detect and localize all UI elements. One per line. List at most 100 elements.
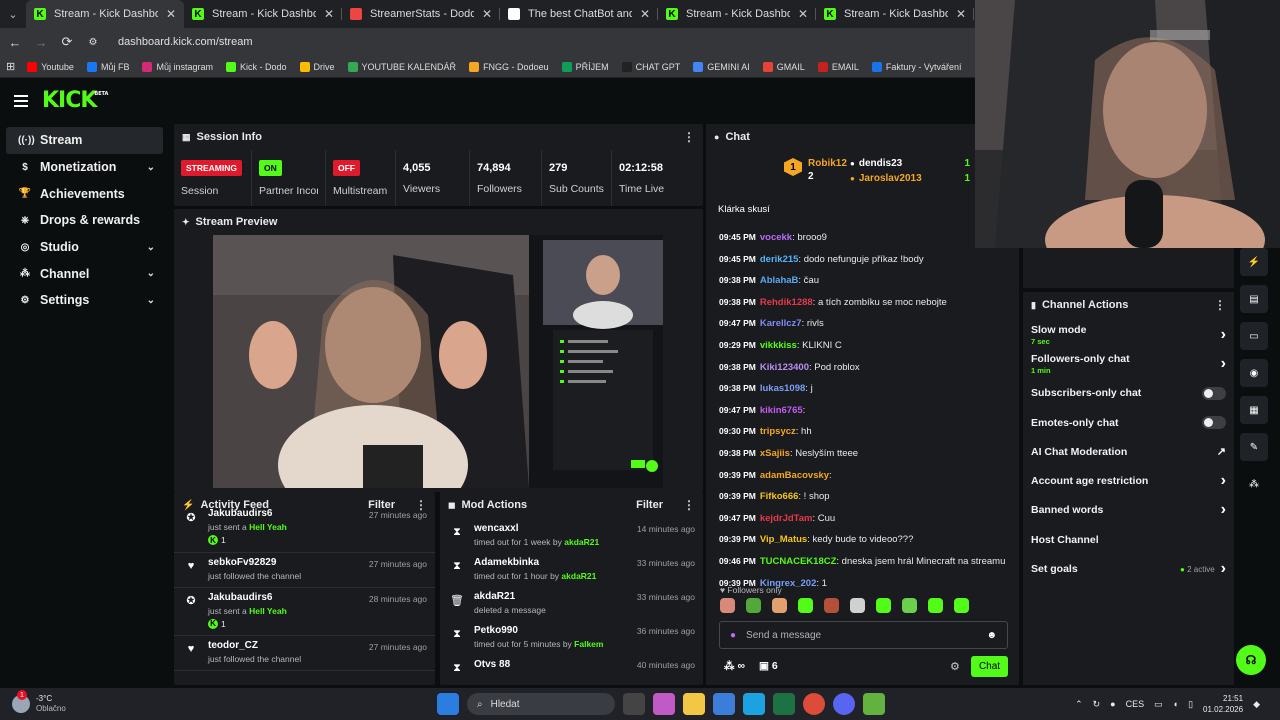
channel-action-account-age-restriction[interactable]: Account age restriction › xyxy=(1023,466,1234,495)
settings-app-icon[interactable] xyxy=(713,693,735,715)
chat-message[interactable]: 09:39 PM Fifko666: ! shop xyxy=(712,486,1012,508)
chat-message[interactable]: 09:46 PM TUCNACEK18CZ: dneska jsem hrál M… xyxy=(712,551,1012,573)
kick-logo[interactable]: KICK BETA xyxy=(42,88,108,113)
mod-action-row[interactable]: 🗑 akdaR21 deleted a message 33 minutes ago xyxy=(440,586,703,620)
bookmark-item[interactable]: Můj instagram xyxy=(142,61,213,72)
chat-message[interactable]: 09:30 PM tripsycz: hh xyxy=(712,421,1012,443)
channel-action-subscribers-only-chat[interactable]: Subscribers-only chat xyxy=(1023,379,1234,408)
gift-icon[interactable]: ▣ 6 xyxy=(759,660,778,672)
language-indicator[interactable]: CES xyxy=(1126,699,1145,709)
minecraft-icon[interactable] xyxy=(863,693,885,715)
emote-icon[interactable] xyxy=(798,598,813,613)
chat-username[interactable]: TUCNACEK18CZ xyxy=(760,556,837,567)
activity-row[interactable]: ✪ Jakubaudirs6 just sent a Hell Yeah K 1 28 m… xyxy=(174,588,435,636)
close-icon[interactable]: ✕ xyxy=(798,7,808,21)
chevron-down-icon[interactable]: ⌄ xyxy=(147,162,155,173)
chat-username[interactable]: derik215 xyxy=(760,254,799,265)
chat-message[interactable]: 09:47 PM kejdrJdTam: Cuu xyxy=(712,508,1012,530)
sidebar-item-studio[interactable]: ◎ Studio ⌄ xyxy=(6,234,163,261)
chat-username[interactable]: Kiki123400 xyxy=(760,362,809,373)
chevron-down-icon[interactable]: ⌄ xyxy=(147,268,155,279)
layout-icon[interactable]: ▦ xyxy=(1240,396,1268,424)
document-icon[interactable]: ▤ xyxy=(1240,285,1268,313)
stream-preview-video[interactable] xyxy=(213,235,663,488)
chat-username[interactable]: vocekk xyxy=(760,232,792,243)
chat-username[interactable]: lukas1098 xyxy=(760,383,805,394)
chevron-down-icon[interactable]: ⌄ xyxy=(147,242,155,253)
chat-message[interactable]: 09:38 PM xSajiis: Neslyším tteee xyxy=(712,443,1012,465)
chevron-up-icon[interactable]: ⌃ xyxy=(1075,699,1083,710)
chat-username[interactable]: vikkkiss xyxy=(760,340,797,351)
microphone-icon[interactable]: ● xyxy=(1110,699,1115,709)
weather-widget[interactable]: 1 -3°C Oblačno xyxy=(12,690,162,714)
chat-username[interactable]: Karellcz7 xyxy=(760,318,802,329)
close-icon[interactable]: ✕ xyxy=(482,7,492,21)
chevron-down-icon[interactable]: ⌄ xyxy=(147,295,155,306)
emote-icon[interactable] xyxy=(876,598,891,613)
toggle-switch[interactable] xyxy=(1202,386,1226,400)
bookmark-item[interactable]: PŘÍJEM xyxy=(561,61,609,72)
channel-action-set-goals[interactable]: Set goals ● 2 active › xyxy=(1023,554,1234,583)
activity-row[interactable]: ✪ Jakubaudirs6 just sent a Hell Yeah K 1 27 m… xyxy=(174,504,435,553)
emote-icon[interactable] xyxy=(824,598,839,613)
chat-username[interactable]: Fifko666 xyxy=(760,491,799,502)
browser-tab[interactable]: The best ChatBot and Widgets✕ xyxy=(500,0,658,28)
bookmark-item[interactable]: YOUTUBE KALENDÁŘ xyxy=(347,61,456,72)
browser-tab[interactable]: KStream - Kick Dashboard✕ xyxy=(816,0,974,28)
sidebar-item-stream[interactable]: ((·)) Stream xyxy=(6,127,163,154)
more-options-icon[interactable]: ⋮ xyxy=(683,130,695,144)
chat-username[interactable]: xSajiis xyxy=(760,448,790,459)
microphone-icon[interactable]: ● xyxy=(730,630,736,641)
bookmark-item[interactable]: FNGG - Dodoeu xyxy=(469,61,549,72)
chat-icon[interactable]: ▭ xyxy=(1240,322,1268,350)
chat-username[interactable]: AblahaB xyxy=(760,275,799,286)
browser-tab[interactable]: KStream - Kick Dashboard✕ xyxy=(26,0,184,28)
emote-icon[interactable] xyxy=(850,598,865,613)
discord-icon[interactable] xyxy=(833,693,855,715)
bookmark-item[interactable]: GEMINI AI xyxy=(693,61,750,72)
channel-action-ai-chat-moderation[interactable]: AI Chat Moderation ↗ xyxy=(1023,437,1234,466)
chat-message[interactable]: 09:45 PM derik215: dodo nefunguje příkaz … xyxy=(712,249,1012,271)
viewers-icon[interactable]: ⁂ ∞ xyxy=(724,660,745,672)
wrench-icon[interactable]: ✎ xyxy=(1240,433,1268,461)
channel-action-banned-words[interactable]: Banned words › xyxy=(1023,496,1234,525)
chat-message[interactable]: 09:38 PM Rehdik1288: a tích zombíku se mo… xyxy=(712,292,1012,314)
chat-message[interactable]: 09:47 PM kikin6765: xyxy=(712,400,1012,422)
chat-message[interactable]: 09:38 PM lukas1098: j xyxy=(712,378,1012,400)
url-field[interactable]: dashboard.kick.com/stream xyxy=(118,36,253,48)
site-info-icon[interactable]: ⚙ xyxy=(84,33,102,51)
mod-action-row[interactable]: ⧗ wencaxxl timed out for 1 week by akdaR21… xyxy=(440,518,703,552)
mod-action-row[interactable]: ⧗ Otvs 88 40 minutes ago xyxy=(440,654,703,680)
tab-search-button[interactable]: ⌄ xyxy=(0,0,26,28)
browser-tab[interactable]: StreamerStats - Dodo Stream E✕ xyxy=(342,0,500,28)
chat-message[interactable]: 09:29 PM vikkkiss: KLIKNI C xyxy=(712,335,1012,357)
sidebar-item-channel[interactable]: ⁂ Channel ⌄ xyxy=(6,260,163,287)
send-chat-button[interactable]: Chat xyxy=(971,656,1008,677)
users-icon[interactable]: ⁂ xyxy=(1240,470,1268,498)
close-icon[interactable]: ✕ xyxy=(166,7,176,21)
activity-row[interactable]: ♥ sebkoFv92829 just followed the channel 27… xyxy=(174,553,435,588)
reload-icon[interactable]: ⟳ xyxy=(58,33,76,51)
file-explorer-icon[interactable] xyxy=(683,693,705,715)
channel-action-followers-only-chat[interactable]: Followers-only chat 1 min › xyxy=(1023,349,1234,378)
chat-settings-icon[interactable]: ⚙ xyxy=(950,660,960,673)
apps-grid-icon[interactable]: ⊞ xyxy=(6,58,15,76)
emote-icon[interactable] xyxy=(928,598,943,613)
chat-input[interactable]: ● Send a message ☻ xyxy=(719,621,1008,649)
back-icon[interactable]: ← xyxy=(6,33,24,51)
channel-action-slow-mode[interactable]: Slow mode 7 sec › xyxy=(1023,320,1234,349)
support-headset-icon[interactable]: ☊ xyxy=(1236,645,1266,675)
chat-username[interactable]: Rehdik1288 xyxy=(760,297,813,308)
edge-icon[interactable] xyxy=(743,693,765,715)
chat-message[interactable]: 09:38 PM AblahaB: čau xyxy=(712,270,1012,292)
bookmark-item[interactable]: Faktury - Vytváření xyxy=(871,61,962,72)
emote-icon[interactable] xyxy=(720,598,735,613)
menu-icon[interactable] xyxy=(14,94,28,107)
emoji-icon[interactable]: ☻ xyxy=(986,630,997,641)
forward-icon[interactable]: → xyxy=(32,33,50,51)
sidebar-item-settings[interactable]: ⚙ Settings ⌄ xyxy=(6,287,163,314)
windows-start-icon[interactable] xyxy=(437,693,459,715)
sidebar-item-monetization[interactable]: $ Monetization ⌄ xyxy=(6,154,163,181)
channel-action-emotes-only-chat[interactable]: Emotes-only chat xyxy=(1023,408,1234,437)
chat-message[interactable]: 09:47 PM Karellcz7: rivls xyxy=(712,313,1012,335)
